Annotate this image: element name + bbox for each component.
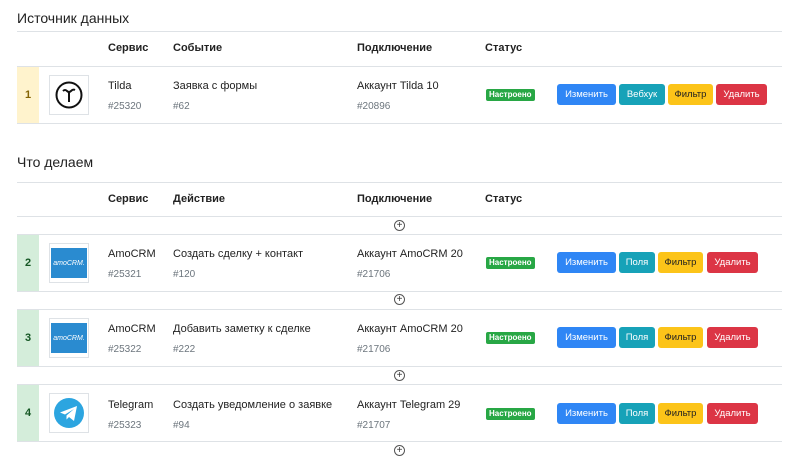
- header-action: Действие: [173, 193, 225, 205]
- action-id: #120: [173, 269, 196, 280]
- filter-button[interactable]: Фильтр: [658, 403, 703, 424]
- connection-cell: Аккаунт AmoCRM 20 #21706: [357, 248, 472, 281]
- actions-section-title: Что делаем: [17, 154, 94, 170]
- filter-button[interactable]: Фильтр: [658, 327, 703, 348]
- header-connection: Подключение: [357, 42, 433, 54]
- connection-cell: Аккаунт AmoCRM 20 #21706: [357, 323, 472, 356]
- connection-cell: Аккаунт Telegram 29 #21707: [357, 399, 472, 432]
- tilda-logo-icon: [49, 75, 89, 115]
- amocrm-logo-icon: amoCRM.: [49, 318, 89, 358]
- edit-button[interactable]: Изменить: [557, 403, 616, 424]
- status-badge: Настроено: [486, 332, 535, 344]
- status-badge: Настроено: [486, 408, 535, 420]
- divider: [17, 441, 782, 442]
- row-number: 4: [17, 385, 39, 441]
- header-service: Сервис: [108, 42, 149, 54]
- service-name: Telegram: [108, 399, 154, 411]
- plus-circle-icon[interactable]: +: [394, 445, 405, 456]
- plus-circle-icon[interactable]: +: [394, 220, 405, 231]
- divider: [17, 66, 782, 67]
- fields-button[interactable]: Поля: [619, 327, 655, 348]
- connection-id: #21706: [357, 344, 391, 355]
- divider: [17, 234, 782, 235]
- delete-button[interactable]: Удалить: [707, 403, 758, 424]
- service-cell: AmoCRM #25321: [108, 248, 156, 281]
- header-event: Событие: [173, 42, 223, 54]
- plus-circle-icon[interactable]: +: [394, 294, 405, 305]
- action-id: #222: [173, 344, 196, 355]
- service-cell: AmoCRM #25322: [108, 323, 156, 356]
- service-id: #25323: [108, 420, 142, 431]
- status-badge: Настроено: [486, 257, 535, 269]
- delete-button[interactable]: Удалить: [716, 84, 767, 105]
- edit-button[interactable]: Изменить: [557, 84, 616, 105]
- service-name: Tilda: [108, 80, 132, 92]
- service-name: AmoCRM: [108, 248, 156, 260]
- fields-button[interactable]: Поля: [619, 252, 655, 273]
- row-number: 1: [17, 67, 39, 123]
- fields-button[interactable]: Поля: [619, 403, 655, 424]
- action-cell: Создать сделку + контакт #120: [173, 248, 343, 281]
- connection-name: Аккаунт AmoCRM 20: [357, 248, 463, 260]
- action-cell: Добавить заметку к сделке #222: [173, 323, 343, 356]
- connection-id: #21707: [357, 420, 391, 431]
- divider: [17, 291, 782, 292]
- webhook-button[interactable]: Вебхук: [619, 84, 665, 105]
- delete-button[interactable]: Удалить: [707, 252, 758, 273]
- action-cell: Создать уведомление о заявке #94: [173, 399, 343, 432]
- connection-id: #20896: [357, 101, 391, 112]
- service-id: #25322: [108, 344, 142, 355]
- amocrm-logo-icon: amoCRM.: [49, 243, 89, 283]
- divider: [17, 309, 782, 310]
- header-status: Статус: [485, 42, 523, 54]
- filter-button[interactable]: Фильтр: [668, 84, 713, 105]
- header-service: Сервис: [108, 193, 149, 205]
- delete-button[interactable]: Удалить: [707, 327, 758, 348]
- connection-cell: Аккаунт Tilda 10 #20896: [357, 80, 472, 113]
- status-badge: Настроено: [486, 89, 535, 101]
- svg-text:amoCRM.: amoCRM.: [53, 260, 85, 267]
- service-cell: Telegram #25323: [108, 399, 153, 432]
- header-connection: Подключение: [357, 193, 433, 205]
- service-id: #25320: [108, 101, 142, 112]
- plus-circle-icon[interactable]: +: [394, 370, 405, 381]
- connection-name: Аккаунт Tilda 10: [357, 80, 439, 92]
- action-name: Создать сделку + контакт: [173, 248, 304, 260]
- telegram-logo-icon: [49, 393, 89, 433]
- event-name: Заявка с формы: [173, 80, 258, 92]
- service-name: AmoCRM: [108, 323, 156, 335]
- event-id: #62: [173, 101, 190, 112]
- svg-text:amoCRM.: amoCRM.: [53, 335, 85, 342]
- divider: [17, 384, 782, 385]
- header-status: Статус: [485, 193, 523, 205]
- source-section-title: Источник данных: [17, 10, 130, 26]
- edit-button[interactable]: Изменить: [557, 327, 616, 348]
- edit-button[interactable]: Изменить: [557, 252, 616, 273]
- service-cell: Tilda #25320: [108, 80, 141, 113]
- divider: [17, 182, 782, 183]
- service-id: #25321: [108, 269, 142, 280]
- row-number: 2: [17, 235, 39, 291]
- action-name: Создать уведомление о заявке: [173, 399, 333, 411]
- divider: [17, 366, 782, 367]
- filter-button[interactable]: Фильтр: [658, 252, 703, 273]
- divider: [17, 216, 782, 217]
- divider: [17, 123, 782, 124]
- connection-id: #21706: [357, 269, 391, 280]
- action-id: #94: [173, 420, 190, 431]
- row-number: 3: [17, 310, 39, 366]
- divider: [17, 31, 782, 32]
- event-cell: Заявка с формы #62: [173, 80, 257, 113]
- connection-name: Аккаунт Telegram 29: [357, 399, 461, 411]
- action-name: Добавить заметку к сделке: [173, 323, 311, 335]
- connection-name: Аккаунт AmoCRM 20: [357, 323, 463, 335]
